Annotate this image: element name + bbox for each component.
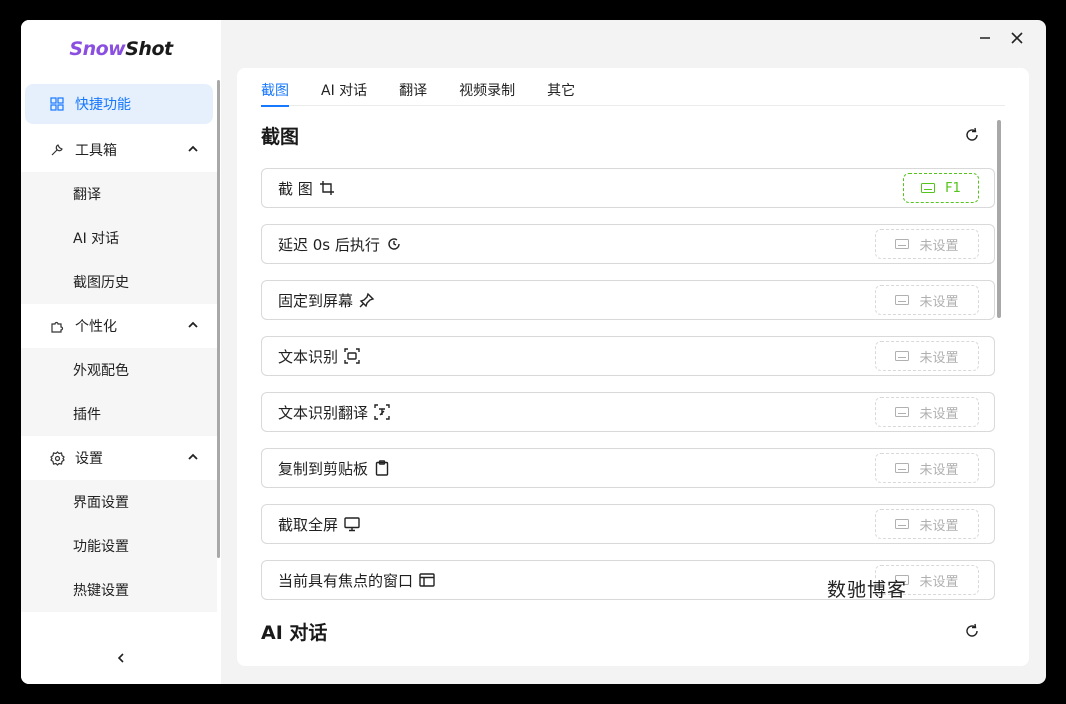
sidebar-item-shortcuts[interactable]: 快捷功能 xyxy=(25,84,213,124)
minimize-button[interactable] xyxy=(975,28,995,48)
sidebar-item-hotkey-settings[interactable]: 热键设置 xyxy=(21,568,217,612)
tab-video-recording[interactable]: 视频录制 xyxy=(459,68,515,106)
section-header-ai-chat: AI 对话 xyxy=(261,616,995,648)
tab-translate[interactable]: 翻译 xyxy=(399,68,427,106)
reset-icon[interactable] xyxy=(963,622,981,640)
sidebar-item-function-settings[interactable]: 功能设置 xyxy=(21,524,217,568)
shortcut-row-delay: 延迟 0s 后执行 未设置 xyxy=(261,224,995,264)
section-title: 截图 xyxy=(261,126,300,148)
keyboard-icon xyxy=(895,463,910,473)
sidebar-item-toolbox[interactable]: 工具箱 xyxy=(21,128,217,172)
scan-translate-icon xyxy=(374,404,390,420)
hotkey-input[interactable]: 未设置 xyxy=(875,397,979,427)
sidebar-item-ai-chat[interactable]: AI 对话 xyxy=(21,216,217,260)
row-label: 截 图 xyxy=(278,179,313,198)
close-button[interactable] xyxy=(1007,28,1027,48)
main-panel: 截图 AI 对话 翻译 视频录制 其它 截图 截 图 F1 延迟 0s 后执行 … xyxy=(237,68,1029,666)
sidebar-item-label: 设置 xyxy=(75,451,103,467)
wrench-icon xyxy=(49,142,65,158)
app-logo: SnowShot xyxy=(69,38,173,60)
clipboard-icon xyxy=(374,460,390,476)
section-title: AI 对话 xyxy=(261,622,328,644)
keyboard-icon xyxy=(895,295,910,305)
sidebar-item-label: 工具箱 xyxy=(75,143,117,159)
title-bar xyxy=(221,20,1046,56)
minimize-icon xyxy=(980,37,990,39)
shortcut-row-ocr-translate: 文本识别翻译 未设置 xyxy=(261,392,995,432)
grid-icon xyxy=(49,96,65,112)
hotkey-input[interactable]: F1 xyxy=(903,173,979,203)
row-label: 复制到剪贴板 xyxy=(278,459,369,478)
row-label: 延迟 0s 后执行 xyxy=(278,235,380,254)
watermark-text: 数驰博客 xyxy=(827,579,908,601)
collapse-sidebar-button[interactable] xyxy=(111,648,131,668)
sidebar-scrollbar[interactable] xyxy=(217,80,220,558)
keyboard-icon xyxy=(895,519,910,529)
hotkey-input[interactable]: 未设置 xyxy=(875,341,979,371)
tab-other[interactable]: 其它 xyxy=(547,68,575,106)
hotkey-input[interactable]: 未设置 xyxy=(875,509,979,539)
sidebar-item-label: 个性化 xyxy=(75,319,117,335)
row-label: 固定到屏幕 xyxy=(278,291,354,310)
hotkey-input[interactable]: 未设置 xyxy=(875,285,979,315)
monitor-icon xyxy=(344,516,360,532)
reset-icon[interactable] xyxy=(963,126,981,144)
row-label: 文本识别 xyxy=(278,347,339,366)
pin-icon xyxy=(359,292,375,308)
clock-icon xyxy=(386,236,402,252)
hotkey-input[interactable]: 未设置 xyxy=(875,229,979,259)
keyboard-icon xyxy=(895,351,910,361)
chevron-up-icon[interactable] xyxy=(187,143,199,159)
chevron-left-icon xyxy=(117,653,124,663)
section-header-screenshot: 截图 xyxy=(261,120,995,152)
sidebar-item-label: 快捷功能 xyxy=(75,97,131,113)
tab-bar: 截图 AI 对话 翻译 视频录制 其它 xyxy=(261,68,1005,107)
shortcut-row-copy: 复制到剪贴板 未设置 xyxy=(261,448,995,488)
sidebar-item-translate[interactable]: 翻译 xyxy=(21,172,217,216)
sidebar-item-plugins[interactable]: 插件 xyxy=(21,392,217,436)
hotkey-input[interactable]: 未设置 xyxy=(875,453,979,483)
content-scrollbar[interactable] xyxy=(997,120,1001,318)
row-label: 文本识别翻译 xyxy=(278,403,369,422)
sidebar-item-appearance[interactable]: 外观配色 xyxy=(21,348,217,392)
sidebar-item-personalize[interactable]: 个性化 xyxy=(21,304,217,348)
gear-icon xyxy=(49,450,65,466)
window-icon xyxy=(419,572,435,588)
puzzle-icon xyxy=(49,318,65,334)
keyboard-icon xyxy=(921,183,936,193)
row-label: 截取全屏 xyxy=(278,515,339,534)
personalize-submenu: 外观配色 插件 xyxy=(21,348,217,436)
tab-ai-chat[interactable]: AI 对话 xyxy=(321,68,367,106)
sidebar: SnowShot 快捷功能 工具箱 翻译 AI 对话 截图历史 个性化 外观配色… xyxy=(21,20,221,684)
sidebar-item-screenshot-history[interactable]: 截图历史 xyxy=(21,260,217,304)
settings-submenu: 界面设置 功能设置 热键设置 xyxy=(21,480,217,612)
toolbox-submenu: 翻译 AI 对话 截图历史 xyxy=(21,172,217,304)
crop-icon xyxy=(319,180,335,196)
chevron-up-icon[interactable] xyxy=(187,451,199,467)
chevron-up-icon[interactable] xyxy=(187,319,199,335)
shortcut-row-screenshot: 截 图 F1 xyxy=(261,168,995,208)
keyboard-icon xyxy=(895,407,910,417)
sidebar-item-ui-settings[interactable]: 界面设置 xyxy=(21,480,217,524)
sidebar-item-settings[interactable]: 设置 xyxy=(21,436,217,480)
row-label: 当前具有焦点的窗口 xyxy=(278,571,414,590)
shortcut-row-pin: 固定到屏幕 未设置 xyxy=(261,280,995,320)
tab-screenshot[interactable]: 截图 xyxy=(261,68,289,107)
shortcut-row-ocr: 文本识别 未设置 xyxy=(261,336,995,376)
sidebar-menu: 快捷功能 工具箱 翻译 AI 对话 截图历史 个性化 外观配色 插件 设置 界面… xyxy=(21,82,217,634)
shortcut-row-fullscreen: 截取全屏 未设置 xyxy=(261,504,995,544)
scan-text-icon xyxy=(344,348,360,364)
keyboard-icon xyxy=(895,239,910,249)
close-icon xyxy=(1011,32,1023,44)
